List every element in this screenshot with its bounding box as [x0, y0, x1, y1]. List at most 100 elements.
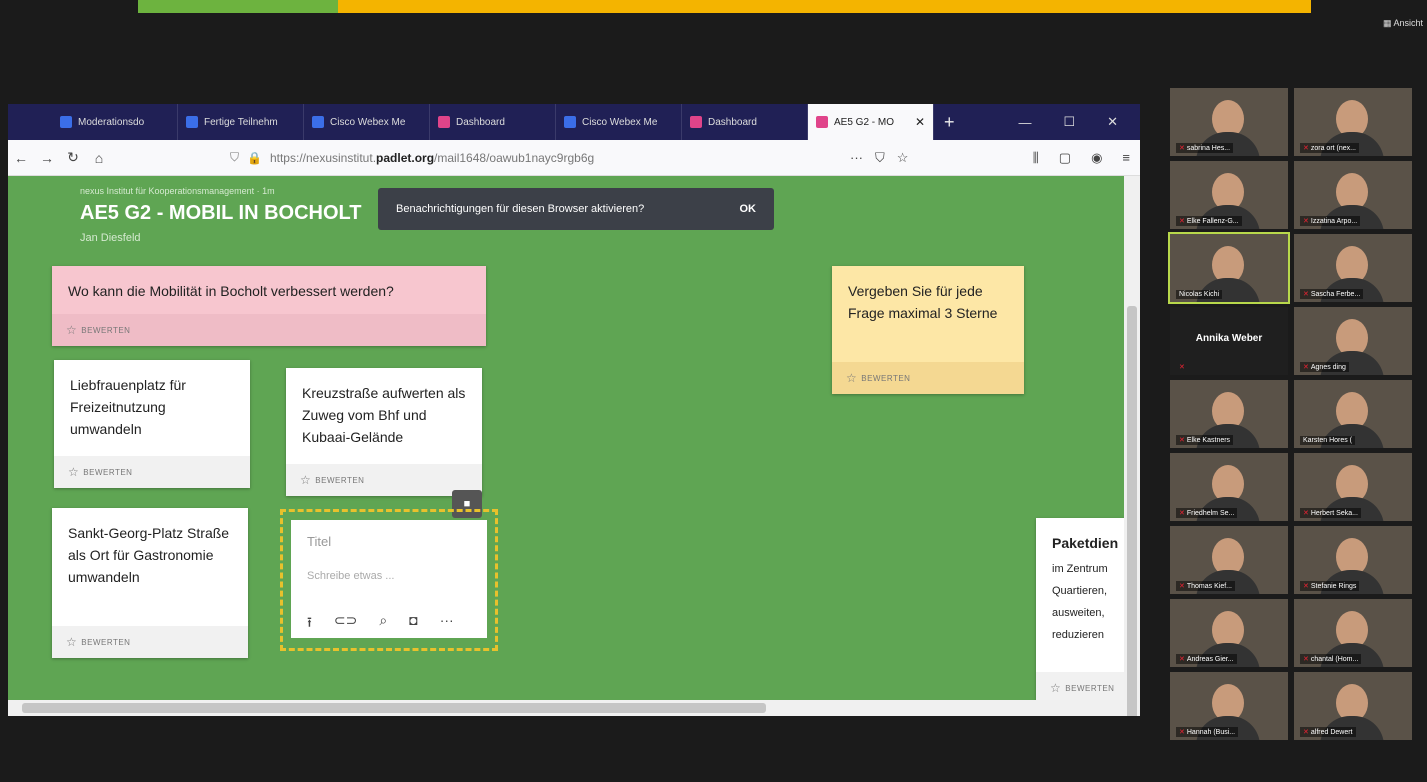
card-text: Kreuzstraße aufwerten als Zuweg vom Bhf … [302, 385, 466, 445]
participant-label: alfred Dewert [1310, 729, 1353, 736]
account-icon[interactable]: ◉ [1091, 150, 1102, 166]
star-icon: ☆ [68, 465, 80, 479]
mic-muted-icon: ✕ [1303, 218, 1309, 225]
reload-icon[interactable]: ↻ [60, 149, 86, 166]
padlet-card[interactable]: Vergeben Sie für jede Frage maximal 3 St… [832, 266, 1024, 394]
search-icon[interactable]: ⌕ [379, 612, 387, 636]
toast-message: Benachrichtigungen für diesen Browser ak… [396, 203, 645, 215]
url-bar[interactable]: ⛉ 🔒 https://nexusinstitut.padlet.org/mai… [230, 150, 594, 165]
participant-tile[interactable]: ✕ Thomas Kief... [1170, 526, 1288, 594]
forward-icon[interactable]: → [34, 150, 60, 166]
close-tab-icon[interactable]: ✕ [915, 115, 925, 129]
horizontal-scroll-thumb[interactable] [22, 703, 766, 713]
tab-4[interactable]: Cisco Webex Me [556, 104, 682, 140]
window-close-icon[interactable]: ✕ [1107, 114, 1118, 130]
vertical-scroll-thumb[interactable] [1127, 306, 1137, 716]
rate-button[interactable]: ☆ BEWERTEN [832, 362, 1024, 394]
padlet-card[interactable]: Liebfrauenplatz für Freizeitnutzung umwa… [54, 360, 250, 488]
library-icon[interactable]: ⫼ [1033, 150, 1039, 166]
tab-0[interactable]: Moderationsdo [52, 104, 178, 140]
mic-muted-icon: ✕ [1179, 145, 1185, 152]
upload-icon[interactable]: ⭱ [307, 612, 312, 636]
participant-tile[interactable]: ✕ Izzatina Arpo... [1294, 161, 1412, 229]
favicon-icon [564, 116, 576, 128]
participant-tile[interactable]: ✕ Stefanie Rings [1294, 526, 1412, 594]
star-icon: ☆ [1050, 681, 1062, 695]
url-path: /mail1648/oawub1nayc9rgb6g [434, 150, 595, 165]
mic-muted-icon: ✕ [1179, 583, 1185, 590]
maximize-icon[interactable]: ☐ [1063, 114, 1075, 130]
camera-icon[interactable]: ◘ [409, 612, 417, 636]
participant-tile[interactable]: ✕ Friedhelm Se... [1170, 453, 1288, 521]
star-icon: ☆ [66, 635, 78, 649]
participant-name: ✕ Izzatina Arpo... [1300, 216, 1361, 226]
favicon-icon [816, 116, 828, 128]
card-text: Liebfrauenplatz für Freizeitnutzung umwa… [70, 377, 186, 437]
tab-6-active[interactable]: AE5 G2 - MO ✕ [808, 104, 934, 140]
shared-browser-window: Moderationsdo Fertige Teilnehm Cisco Web… [8, 104, 1140, 716]
participant-tile[interactable]: ✕ Hannah (Busi... [1170, 672, 1288, 740]
mic-muted-icon: ✕ [1179, 437, 1185, 444]
sidebar-icon[interactable]: ▢ [1059, 150, 1071, 166]
mic-muted-icon: ✕ [1179, 364, 1185, 371]
padlet-card[interactable]: Sankt-Georg-Platz Straße als Ort für Gas… [52, 508, 248, 658]
back-icon[interactable]: ← [8, 150, 34, 166]
participant-name: ✕ Friedhelm Se... [1176, 508, 1238, 518]
participant-tile-active-speaker[interactable]: Nicolas Kichi [1168, 232, 1290, 304]
minimize-icon[interactable]: — [1018, 115, 1031, 130]
participant-tile[interactable]: ✕ Sascha Ferbe... [1294, 234, 1412, 302]
participant-tile[interactable]: ✕ Herbert Seka... [1294, 453, 1412, 521]
rate-label: BEWERTEN [81, 325, 131, 335]
bookmark-star-icon[interactable]: ☆ [897, 150, 909, 166]
participant-tile-no-video[interactable]: Annika Weber ✕ [1170, 307, 1288, 375]
mic-muted-icon: ✕ [1303, 510, 1309, 517]
padlet-card[interactable]: Paketdien im Zentrum Quartieren, ausweit… [1036, 518, 1124, 704]
participant-tile[interactable]: ✕ Andreas Gier... [1170, 599, 1288, 667]
participant-label: Karsten Hores ( [1303, 437, 1353, 444]
rate-label: BEWERTEN [861, 373, 911, 383]
participant-tile[interactable]: ✕ Elke Kastners [1170, 380, 1288, 448]
tab-3[interactable]: Dashboard [430, 104, 556, 140]
menu-icon[interactable]: ≡ [1122, 150, 1130, 166]
participant-tile[interactable]: ✕ chantal (Hom... [1294, 599, 1412, 667]
participant-name: ✕ chantal (Hom... [1300, 654, 1362, 664]
view-button[interactable]: ▦ Ansicht [1383, 18, 1423, 29]
participant-tile[interactable]: Karsten Hores ( [1294, 380, 1412, 448]
participant-name: ✕ Hannah (Busi... [1176, 727, 1239, 737]
participant-tile[interactable]: ✕ Elke Fallenz-G... [1170, 161, 1288, 229]
tab-1[interactable]: Fertige Teilnehm [178, 104, 304, 140]
rate-label: BEWERTEN [81, 637, 131, 647]
rate-label: BEWERTEN [83, 467, 133, 477]
new-tab-icon[interactable]: + [934, 104, 965, 140]
tab-5[interactable]: Dashboard [682, 104, 808, 140]
link-icon[interactable]: ⊂⊃ [334, 612, 357, 636]
vertical-scrollbar[interactable] [1124, 176, 1140, 716]
rate-button[interactable]: ☆ BEWERTEN [52, 626, 248, 658]
participant-tile[interactable]: ✕ zora ort (nex... [1294, 88, 1412, 156]
tab-2[interactable]: Cisco Webex Me [304, 104, 430, 140]
participant-label: Nicolas Kichi [1179, 291, 1220, 298]
rate-button[interactable]: ☆ BEWERTEN [52, 314, 486, 346]
url-text: https://nexusinstitut.padlet.org/mail164… [270, 151, 594, 165]
participant-tile[interactable]: ✕ alfred Dewert [1294, 672, 1412, 740]
participant-name: Annika Weber [1195, 333, 1263, 344]
mic-muted-icon: ✕ [1303, 364, 1309, 371]
more-actions-icon[interactable]: ··· [850, 150, 863, 166]
horizontal-scrollbar[interactable] [8, 700, 1124, 716]
tab-label: Moderationsdo [78, 116, 145, 128]
padlet-card[interactable]: Wo kann die Mobilität in Bocholt verbess… [52, 266, 486, 346]
pocket-icon[interactable]: ⛉ [875, 150, 885, 166]
padlet-card[interactable]: Kreuzstraße aufwerten als Zuweg vom Bhf … [286, 368, 482, 496]
participant-tile[interactable]: ✕ sabrina Hes... [1170, 88, 1288, 156]
participant-name: ✕ Elke Kastners [1176, 435, 1234, 445]
padlet-meta: nexus Institut für Kooperationsmanagemen… [80, 186, 275, 196]
new-post-editor: Titel Schreibe etwas ... ⭱ ⊂⊃ ⌕ ◘ ··· [280, 509, 498, 651]
padlet-title: AE5 G2 - MOBIL IN BOCHOLT [80, 202, 362, 224]
more-icon[interactable]: ··· [440, 612, 454, 636]
rate-button[interactable]: ☆ BEWERTEN [54, 456, 250, 488]
participant-tile[interactable]: ✕ Agnes ding [1294, 307, 1412, 375]
post-title-input[interactable]: Titel [307, 534, 331, 549]
home-icon[interactable]: ⌂ [86, 150, 112, 166]
post-body-input[interactable]: Schreibe etwas ... [307, 570, 394, 582]
toast-ok-button[interactable]: OK [740, 203, 757, 215]
